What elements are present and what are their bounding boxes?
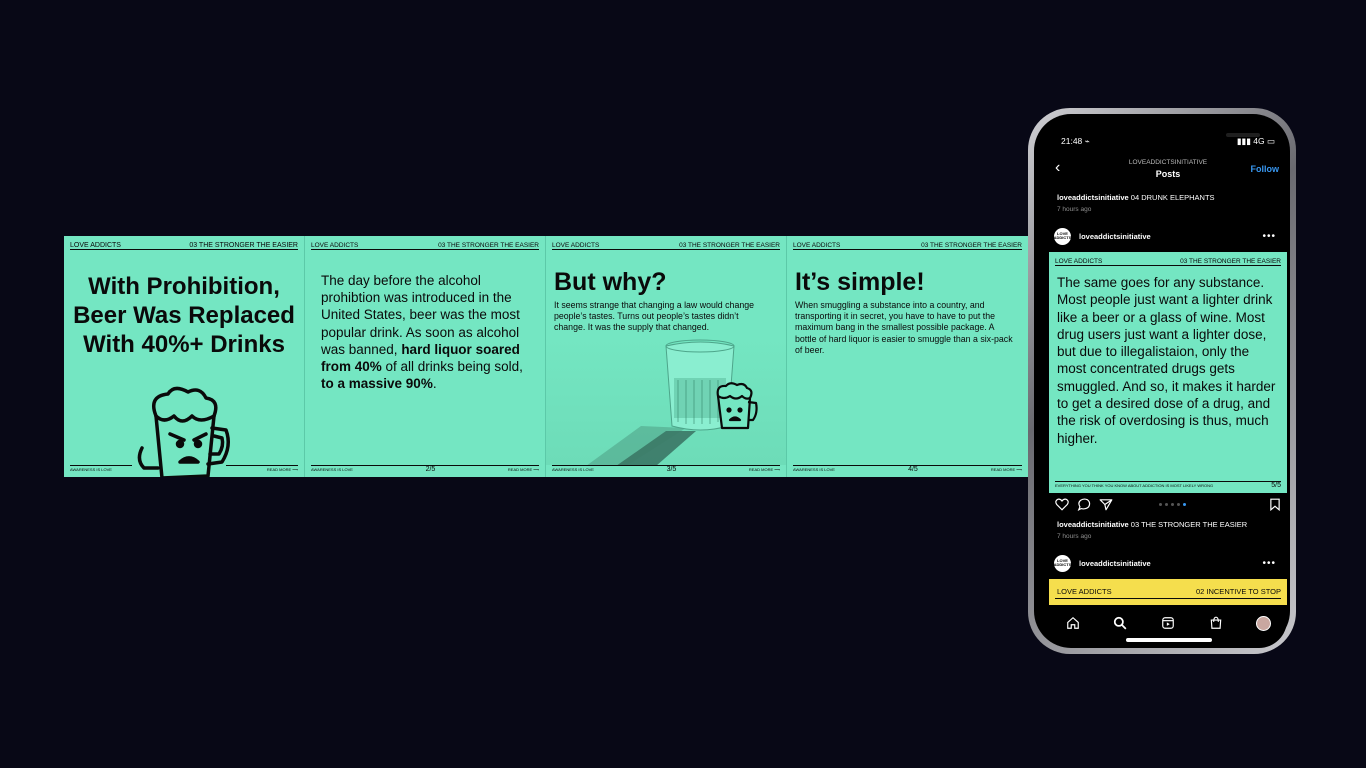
phone-bezel: 21:48 ⌁ ▮▮▮ 4G ▭ ‹ LOVEADDICTSINITIATIVE…	[1034, 114, 1290, 648]
phone-screen: 21:48 ⌁ ▮▮▮ 4G ▭ ‹ LOVEADDICTSINITIATIVE…	[1049, 128, 1287, 648]
series-label: 03 THE STRONGER THE EASIER	[679, 241, 780, 249]
follow-button[interactable]: Follow	[1251, 164, 1280, 174]
shop-icon[interactable]	[1204, 613, 1228, 633]
brand-label: LOVE ADDICTS	[70, 241, 121, 249]
slide-footer: EVERYTHING YOU THINK YOU KNOW ABOUT ADDI…	[1055, 481, 1281, 489]
brand-label: LOVE ADDICTS	[1055, 257, 1103, 265]
beer-mug-mascot-icon	[716, 382, 758, 430]
previous-time: 7 hours ago	[1057, 206, 1092, 213]
series-label: 03 THE STRONGER THE EASIER	[1180, 257, 1281, 265]
previous-caption: loveaddictsinitiative 04 DRUNK ELEPHANTS	[1057, 193, 1215, 202]
more-options-icon[interactable]: •••	[1262, 558, 1276, 569]
header-rule	[70, 249, 298, 250]
slide-title: With Prohibition, Beer Was Replaced With…	[73, 273, 295, 358]
slide-4: LOVE ADDICTS 03 THE STRONGER THE EASIER …	[787, 236, 1028, 477]
status-bar: 21:48 ⌁ ▮▮▮ 4G ▭	[1061, 136, 1275, 147]
body-emphasis: to a massive 90%	[321, 376, 433, 392]
post-username[interactable]: loveaddictsinitiative	[1079, 232, 1151, 241]
caption-text: 04 DRUNK ELEPHANTS	[1128, 193, 1215, 202]
read-more: READ MORE ⟶	[990, 466, 1022, 472]
tab-bar	[1049, 608, 1287, 638]
header-rule	[311, 249, 539, 250]
caption-user[interactable]: loveaddictsinitiative	[1057, 520, 1129, 529]
slide-body: The day before the alcohol prohibtion wa…	[321, 272, 531, 392]
series-label: 03 THE STRONGER THE EASIER	[438, 241, 539, 249]
nav-bar: ‹ LOVEADDICTSINITIATIVE Posts Follow	[1049, 156, 1287, 186]
glass-photo	[546, 336, 786, 466]
series-label: 03 THE STRONGER THE EASIER	[921, 241, 1022, 249]
page-number: 5/5	[1271, 481, 1281, 489]
read-more: READ MORE ⟶	[748, 466, 780, 472]
body-text: .	[432, 376, 437, 392]
series-label: 03 THE STRONGER THE EASIER	[189, 241, 298, 249]
caption-user[interactable]: loveaddictsinitiative	[1057, 193, 1129, 202]
caption-text: 03 THE STRONGER THE EASIER	[1128, 520, 1248, 529]
profile-avatar[interactable]	[1251, 613, 1275, 633]
bookmark-icon[interactable]	[1269, 498, 1281, 511]
brand-label: LOVE ADDICTS	[1057, 587, 1112, 596]
post-actions	[1055, 498, 1281, 514]
status-time: 21:48 ⌁	[1061, 136, 1090, 146]
home-icon[interactable]	[1061, 613, 1085, 633]
share-icon[interactable]	[1099, 498, 1113, 511]
header-rule	[793, 249, 1022, 250]
search-icon[interactable]	[1108, 613, 1132, 633]
post-time: 7 hours ago	[1057, 533, 1092, 540]
footer-left: EVERYTHING YOU THINK YOU KNOW ABOUT ADDI…	[1055, 482, 1214, 488]
page-number: 2/5	[425, 465, 436, 473]
carousel-pager	[1159, 503, 1186, 506]
status-network: ▮▮▮ 4G ▭	[1236, 136, 1275, 146]
slide-2: LOVE ADDICTS 03 THE STRONGER THE EASIER …	[305, 236, 546, 477]
slide-footer: AWARENESS IS LOVE READ MORE ⟶	[70, 465, 298, 473]
post-header: LOVE ADDICTS loveaddictsinitiative •••	[1054, 553, 1282, 573]
slide-1: LOVE ADDICTS 03 THE STRONGER THE EASIER …	[64, 236, 305, 477]
header-rule	[1055, 265, 1281, 266]
page-number: 4/5	[908, 465, 918, 473]
read-more: READ MORE ⟶	[266, 466, 298, 472]
next-post-slide[interactable]: LOVE ADDICTS 02 INCENTIVE TO STOP	[1049, 579, 1287, 605]
phone-frame: 21:48 ⌁ ▮▮▮ 4G ▭ ‹ LOVEADDICTSINITIATIVE…	[1028, 108, 1296, 654]
slide-heading: It’s simple!	[795, 268, 925, 296]
brand-label: LOVE ADDICTS	[793, 241, 841, 249]
slide-body: It seems strange that changing a law wou…	[554, 300, 755, 333]
brand-label: LOVE ADDICTS	[552, 241, 600, 249]
footer-left: AWARENESS IS LOVE	[311, 466, 353, 472]
post-header: LOVE ADDICTS loveaddictsinitiative •••	[1054, 226, 1282, 246]
avatar[interactable]: LOVE ADDICTS	[1054, 554, 1071, 572]
brand-label: LOVE ADDICTS	[311, 241, 359, 249]
post-slide[interactable]: LOVE ADDICTS 03 THE STRONGER THE EASIER …	[1049, 252, 1287, 493]
heart-icon[interactable]	[1055, 498, 1069, 511]
slide-heading: But why?	[554, 268, 667, 296]
footer-left: AWARENESS IS LOVE	[70, 466, 112, 472]
home-indicator	[1126, 638, 1212, 642]
reels-icon[interactable]	[1156, 613, 1180, 633]
footer-left: AWARENESS IS LOVE	[552, 466, 594, 472]
slide-footer: AWARENESS IS LOVE 2/5 READ MORE ⟶	[311, 465, 539, 473]
slide-footer: AWARENESS IS LOVE 3/5 READ MORE ⟶	[552, 465, 780, 473]
header-rule	[552, 249, 780, 250]
series-label: 02 INCENTIVE TO STOP	[1195, 587, 1281, 596]
slide-body: When smuggling a substance into a countr…	[795, 300, 1013, 355]
slide-3: LOVE ADDICTS 03 THE STRONGER THE EASIER …	[546, 236, 787, 477]
more-options-icon[interactable]: •••	[1262, 231, 1276, 242]
post-username[interactable]: loveaddictsinitiative	[1079, 559, 1151, 568]
page-number: 3/5	[666, 465, 677, 473]
carousel-strip: LOVE ADDICTS 03 THE STRONGER THE EASIER …	[64, 236, 1028, 477]
body-text: of all drinks being sold,	[381, 359, 523, 375]
slide-footer: AWARENESS IS LOVE 4/5 READ MORE ⟶	[793, 465, 1022, 473]
comment-icon[interactable]	[1077, 498, 1091, 511]
read-more: READ MORE ⟶	[507, 466, 539, 472]
header-rule	[1055, 598, 1281, 599]
beer-mug-mascot-icon	[137, 386, 230, 477]
post-body: The same goes for any substance. Most pe…	[1057, 275, 1276, 446]
post-caption: loveaddictsinitiative 03 THE STRONGER TH…	[1057, 520, 1247, 529]
avatar[interactable]: LOVE ADDICTS	[1054, 227, 1071, 245]
footer-left: AWARENESS IS LOVE	[793, 466, 835, 472]
